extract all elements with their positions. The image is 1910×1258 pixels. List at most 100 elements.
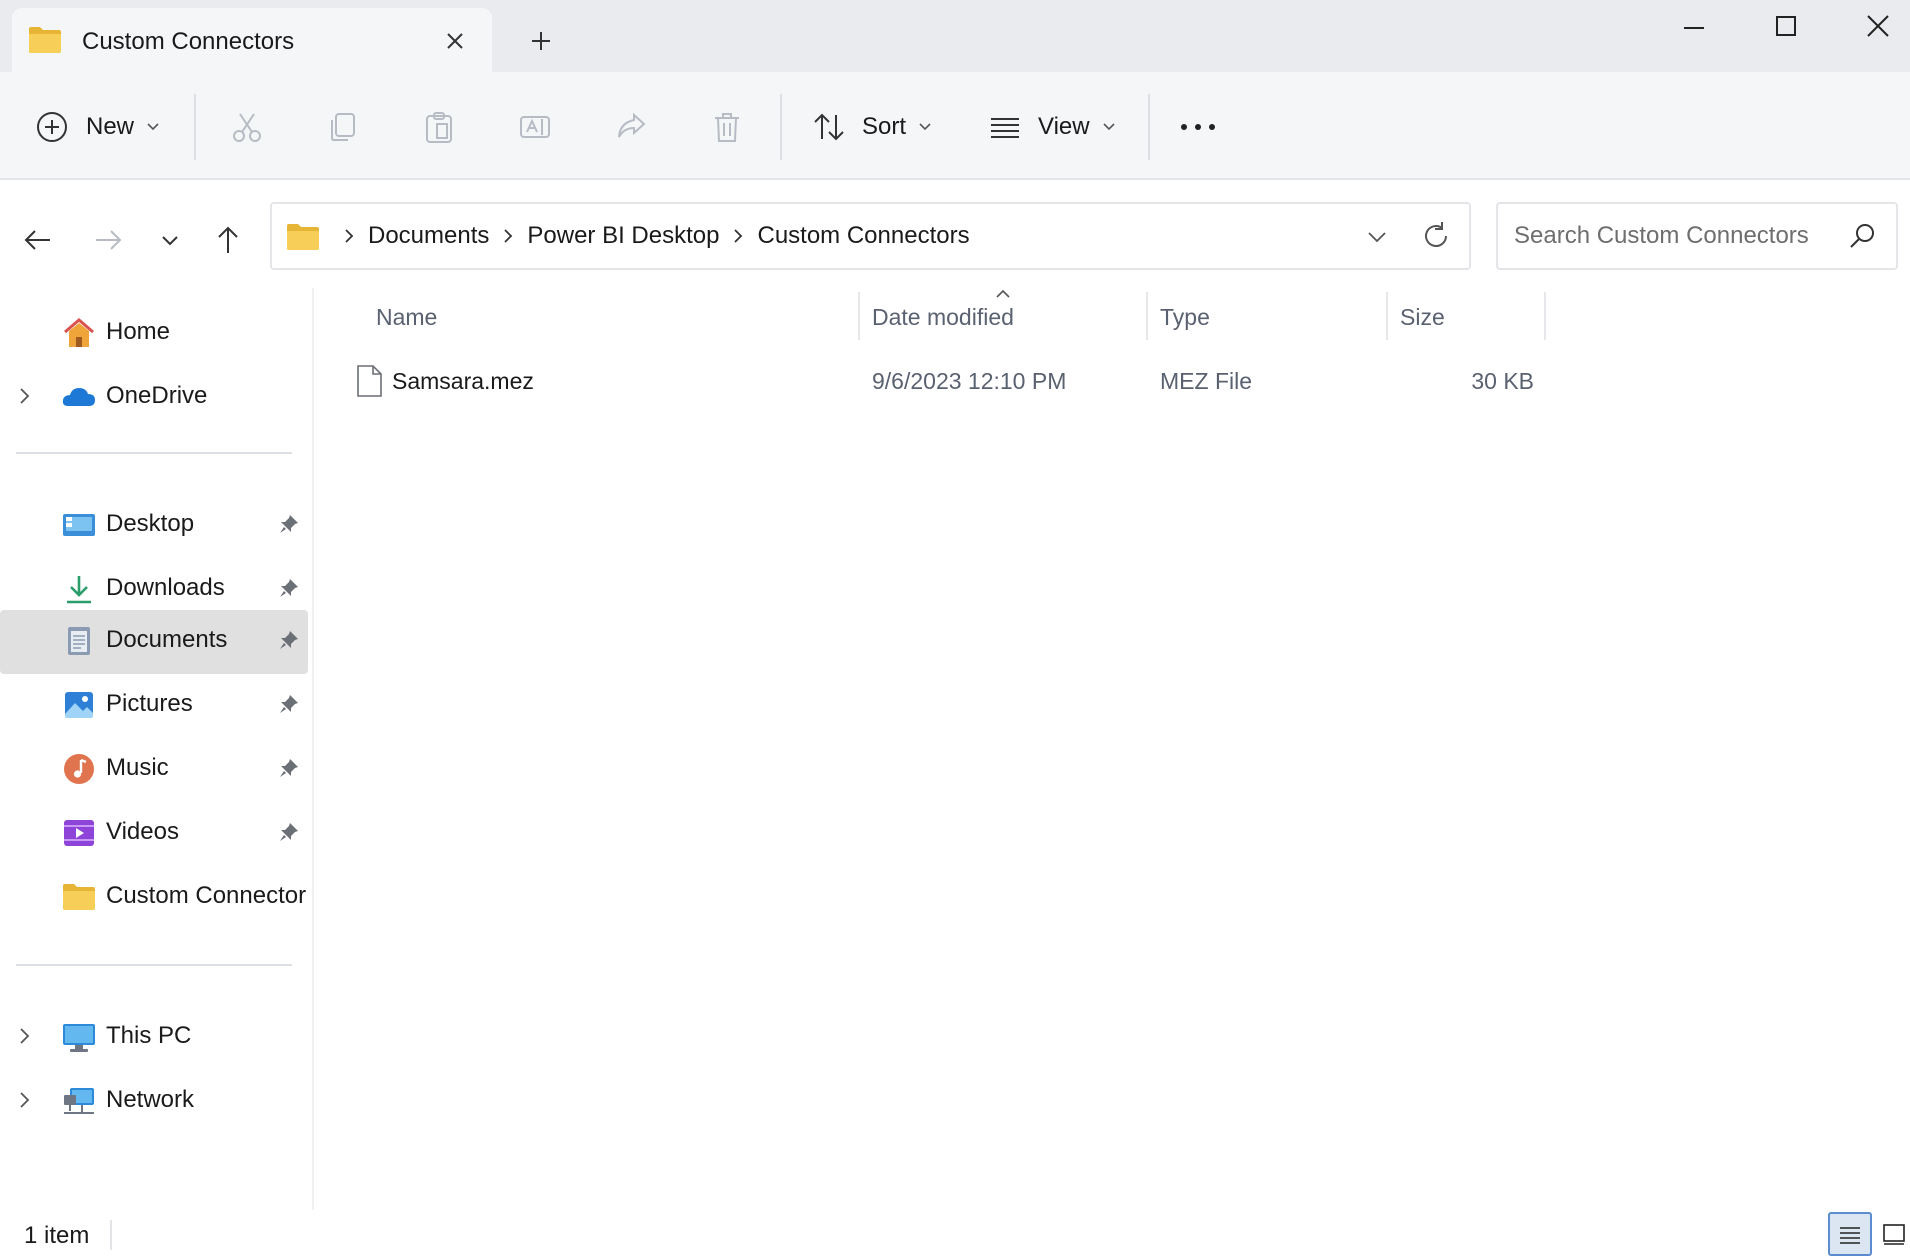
address-row: Documents Power BI Desktop Custom Connec… xyxy=(0,182,1910,288)
sidebar-item-videos[interactable]: Videos xyxy=(0,802,308,864)
address-bar[interactable]: Documents Power BI Desktop Custom Connec… xyxy=(270,202,1471,270)
sort-label: Sort xyxy=(862,113,907,140)
sidebar-item-label: Custom Connector xyxy=(106,882,307,909)
sidebar-item-network[interactable]: Network xyxy=(0,1070,308,1132)
up-arrow-icon[interactable] xyxy=(210,222,246,258)
new-tab-button[interactable] xyxy=(524,24,558,58)
sidebar-item-this-pc[interactable]: This PC xyxy=(0,1006,308,1068)
sidebar-item-custom-connectors[interactable]: Custom Connector xyxy=(0,866,308,928)
sidebar-item-music[interactable]: Music xyxy=(0,738,308,800)
copy-icon xyxy=(326,110,360,144)
folder-icon xyxy=(28,24,62,54)
paste-button[interactable] xyxy=(422,102,456,152)
new-label: New xyxy=(86,113,135,140)
breadcrumb-power-bi-desktop[interactable]: Power BI Desktop xyxy=(527,222,719,250)
maximize-button[interactable] xyxy=(1764,6,1808,46)
chevron-right-icon[interactable] xyxy=(18,1025,32,1047)
onedrive-icon xyxy=(62,381,96,413)
folder-icon xyxy=(62,881,96,913)
network-icon xyxy=(62,1085,96,1117)
column-header-date-modified[interactable]: Date modified xyxy=(862,298,1146,338)
sidebar-item-label: Videos xyxy=(106,818,179,845)
sidebar-item-desktop[interactable]: Desktop xyxy=(0,494,308,556)
share-button[interactable] xyxy=(614,102,648,152)
documents-icon xyxy=(62,625,96,657)
forward-arrow-icon[interactable] xyxy=(90,222,126,258)
chevron-right-icon[interactable] xyxy=(344,228,354,244)
toolbar-divider xyxy=(194,94,196,160)
sort-icon xyxy=(812,111,846,143)
new-button[interactable]: New xyxy=(36,102,160,152)
pin-icon[interactable] xyxy=(278,629,300,651)
pin-icon[interactable] xyxy=(278,693,300,715)
chevron-down-icon xyxy=(918,122,932,132)
status-bar: 1 item xyxy=(0,1210,1910,1258)
details-view-button[interactable] xyxy=(1828,1212,1872,1256)
toolbar-divider xyxy=(780,94,782,160)
column-header-name[interactable]: Name xyxy=(340,298,860,338)
file-name: Samsara.mez xyxy=(392,368,534,394)
tab-custom-connectors[interactable]: Custom Connectors xyxy=(12,8,492,72)
breadcrumb-documents[interactable]: Documents xyxy=(368,222,489,250)
sidebar-item-documents[interactable]: Documents xyxy=(0,610,308,674)
chevron-right-icon[interactable] xyxy=(18,1089,32,1111)
refresh-icon[interactable] xyxy=(1420,220,1452,252)
search-icon[interactable] xyxy=(1846,220,1878,252)
column-header-size[interactable]: Size xyxy=(1390,298,1544,338)
sidebar-divider xyxy=(16,964,292,966)
chevron-right-icon[interactable] xyxy=(18,385,32,407)
back-arrow-icon[interactable] xyxy=(20,222,56,258)
sidebar-item-label: Network xyxy=(106,1086,195,1113)
more-options-button[interactable] xyxy=(1178,102,1218,152)
chevron-right-icon[interactable] xyxy=(503,228,513,244)
close-window-button[interactable] xyxy=(1856,6,1900,46)
chevron-right-icon[interactable] xyxy=(733,228,743,244)
sidebar-item-label: Downloads xyxy=(106,574,225,601)
file-type: MEZ File xyxy=(1160,368,1252,394)
sidebar-item-home[interactable]: Home xyxy=(0,302,308,364)
trash-icon xyxy=(710,110,744,144)
copy-button[interactable] xyxy=(326,102,360,152)
rename-icon xyxy=(518,110,552,144)
minimize-button[interactable] xyxy=(1672,6,1716,46)
address-history-chevron-icon[interactable] xyxy=(1362,222,1392,252)
navigation-pane: Home OneDrive Desktop Downloads Document… xyxy=(0,288,312,1210)
sort-button[interactable]: Sort xyxy=(812,102,932,152)
desktop-icon xyxy=(62,509,96,541)
delete-button[interactable] xyxy=(710,102,744,152)
column-header-type[interactable]: Type xyxy=(1150,298,1384,338)
command-bar: New Sort View xyxy=(0,72,1910,180)
close-tab-icon[interactable] xyxy=(440,26,470,56)
chevron-down-icon xyxy=(146,122,160,132)
tab-title: Custom Connectors xyxy=(82,28,295,55)
search-input[interactable] xyxy=(1514,218,1834,254)
column-divider[interactable] xyxy=(1146,292,1148,340)
breadcrumb: Documents Power BI Desktop Custom Connec… xyxy=(286,204,970,268)
sidebar-item-onedrive[interactable]: OneDrive xyxy=(0,366,308,428)
column-divider[interactable] xyxy=(858,292,860,340)
file-row[interactable]: Samsara.mez 9/6/2023 12:10 PM MEZ File 3… xyxy=(340,356,1550,408)
sidebar-item-pictures[interactable]: Pictures xyxy=(0,674,308,736)
pin-icon[interactable] xyxy=(278,577,300,599)
view-label: View xyxy=(1038,113,1090,140)
pin-icon[interactable] xyxy=(278,757,300,779)
search-box[interactable] xyxy=(1496,202,1898,270)
home-icon xyxy=(62,317,96,349)
pin-icon[interactable] xyxy=(278,513,300,535)
music-icon xyxy=(62,753,96,785)
sidebar-divider xyxy=(16,452,292,454)
file-date-modified: 9/6/2023 12:10 PM xyxy=(872,368,1067,394)
recent-locations-chevron-icon[interactable] xyxy=(152,222,188,258)
more-icon xyxy=(1178,121,1218,133)
large-icons-view-button[interactable] xyxy=(1872,1212,1910,1256)
pin-icon[interactable] xyxy=(278,821,300,843)
breadcrumb-custom-connectors[interactable]: Custom Connectors xyxy=(757,222,969,250)
cut-button[interactable] xyxy=(230,102,264,152)
videos-icon xyxy=(62,817,96,849)
toolbar-divider xyxy=(1148,94,1150,160)
view-button[interactable]: View xyxy=(988,102,1116,152)
rename-button[interactable] xyxy=(518,102,552,152)
column-divider[interactable] xyxy=(1386,292,1388,340)
column-divider[interactable] xyxy=(1544,292,1546,340)
sidebar-item-label: This PC xyxy=(106,1022,192,1049)
